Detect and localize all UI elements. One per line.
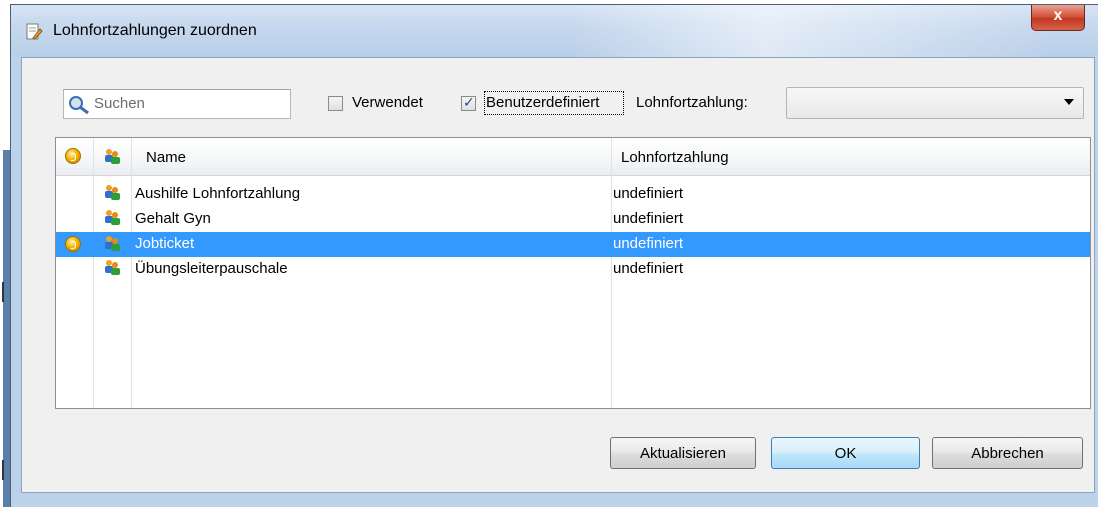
row-payment: undefiniert	[613, 235, 684, 252]
chevron-down-icon[interactable]	[1064, 99, 1074, 105]
payment-label: Lohnfortzahlung:	[636, 94, 748, 111]
edge-mark	[2, 282, 4, 302]
table-row[interactable]: Übungsleiterpauschale undefiniert	[56, 257, 1090, 282]
payment-dropdown[interactable]	[786, 87, 1084, 119]
used-checkbox[interactable]	[328, 96, 343, 111]
search-icon	[69, 96, 89, 115]
window-title: Lohnfortzahlungen zuordnen	[53, 22, 257, 39]
used-label[interactable]: Verwendet	[352, 94, 423, 111]
payments-grid[interactable]: Name Lohnfortzahlung Aushilfe Lohnfortza…	[55, 137, 1091, 409]
ok-button[interactable]: OK	[771, 437, 920, 469]
users-icon	[105, 210, 120, 225]
search-box[interactable]	[63, 89, 291, 119]
row-name: Aushilfe Lohnfortzahlung	[135, 185, 301, 202]
users-icon[interactable]	[103, 147, 121, 165]
dialog-window: Lohnfortzahlungen zuordnen x Verwendet B…	[10, 4, 1098, 507]
grid-header: Name Lohnfortzahlung	[56, 138, 1090, 176]
row-name: Übungsleiterpauschale	[135, 260, 288, 277]
dialog-client-area: Verwendet Benutzerdefiniert Lohnfortzahl…	[21, 57, 1095, 493]
row-name: Jobticket	[135, 235, 195, 252]
row-name: Gehalt Gyn	[135, 210, 211, 227]
custom-checkbox[interactable]	[461, 94, 476, 111]
column-header-payment[interactable]: Lohnfortzahlung	[621, 149, 729, 166]
column-header-name[interactable]: Name	[146, 149, 186, 166]
coin-icon	[65, 236, 81, 252]
coin-icon[interactable]	[65, 148, 81, 164]
users-icon	[105, 236, 120, 251]
background-window-edge	[0, 150, 10, 507]
close-button[interactable]: x	[1031, 5, 1085, 31]
edge-mark	[2, 460, 4, 480]
custom-label[interactable]: Benutzerdefiniert	[486, 94, 599, 111]
row-payment: undefiniert	[613, 210, 684, 227]
row-payment: undefiniert	[613, 185, 684, 202]
table-row[interactable]: Aushilfe Lohnfortzahlung undefiniert	[56, 182, 1090, 207]
search-input[interactable]	[94, 95, 284, 112]
users-icon	[105, 185, 120, 200]
table-row[interactable]: Jobticket undefiniert	[56, 232, 1090, 257]
table-row[interactable]: Gehalt Gyn undefiniert	[56, 207, 1090, 232]
cancel-button[interactable]: Abbrechen	[932, 437, 1083, 469]
edit-document-icon	[26, 23, 43, 40]
row-payment: undefiniert	[613, 260, 684, 277]
title-bar-glow	[571, 5, 1051, 57]
refresh-button[interactable]: Aktualisieren	[610, 437, 756, 469]
title-bar[interactable]: Lohnfortzahlungen zuordnen x	[11, 5, 1098, 57]
users-icon	[105, 260, 120, 275]
